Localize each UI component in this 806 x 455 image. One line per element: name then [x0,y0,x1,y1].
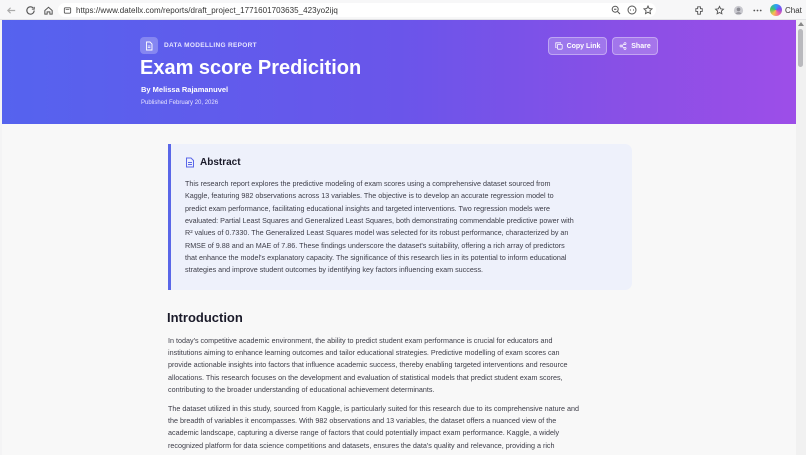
paragraph-line: the breadth of variables it encompasses.… [168,416,557,426]
page-scrollbar[interactable] [796,20,806,455]
favorites-icon[interactable] [710,1,728,19]
site-info-icon[interactable] [63,6,72,15]
abstract-text: This research report explores the predic… [185,178,625,277]
url-text[interactable]: https://www.datellx.com/reports/draft_pr… [76,6,338,15]
share-icon [619,42,627,50]
introduction-paragraph: The dataset utilized in this study, sour… [168,403,638,452]
paragraph-line: contributing to the broader understandin… [168,384,435,394]
copilot-chat-button[interactable]: Chat [770,2,802,18]
paragraph-line: allocations. This research focuses on th… [168,372,563,382]
back-arrow-icon[interactable] [2,1,20,19]
paragraph-line: provide actionable insights into factors… [168,360,568,370]
report-author: By Melissa Rajamanuvel [141,85,229,94]
paragraph-line: academic landscape, capturing a diverse … [168,428,560,438]
report-tag-label: DATA MODELLING REPORT [164,42,257,49]
share-label: Share [631,42,651,50]
abstract-line: Kaggle, featuring 982 observations acros… [185,191,554,201]
report-tag: DATA MODELLING REPORT [140,37,257,54]
chat-label: Chat [785,5,802,15]
paragraph-line: In today's competitive academic environm… [168,336,553,345]
publish-date: Published February 20, 2026 [141,100,219,106]
extensions-icon[interactable] [690,1,708,19]
reading-mode-icon[interactable] [624,3,640,17]
paragraph-line: recognized platform for data science com… [168,440,555,450]
introduction-paragraph: In today's competitive academic environm… [168,335,638,396]
abstract-line: predict exam performance, facilitating e… [185,203,551,213]
paragraph-line: institutions aiming to enhance learning … [168,348,560,358]
scroll-up-arrow-icon[interactable] [798,22,804,26]
address-bar[interactable]: https://www.datellx.com/reports/draft_pr… [58,3,656,17]
report-title: Exam score Predicition [140,57,362,79]
abstract-header: Abstract [185,157,241,168]
abstract-line: R² values of 0.7330. The Generalized Lea… [185,228,569,238]
zoom-icon[interactable] [608,3,624,17]
favorite-star-icon[interactable] [640,3,656,17]
more-options-icon[interactable] [748,1,766,19]
share-button[interactable]: Share [612,37,658,55]
document-icon [140,37,158,54]
copy-icon [554,42,563,50]
copy-link-button[interactable]: Copy Link [548,37,607,55]
introduction-heading: Introduction [167,310,243,325]
report-header: DATA MODELLING REPORT Exam score Predici… [2,20,796,124]
copilot-icon [770,4,782,16]
paragraph-line: The dataset utilized in this study, sour… [168,404,579,413]
abstract-line: strategies and improve student outcomes … [185,265,484,275]
abstract-line: that enhance the model's explanatory cap… [185,253,567,263]
abstract-line: This research report explores the predic… [185,179,551,188]
refresh-icon[interactable] [21,1,39,19]
page-viewport: DATA MODELLING REPORT Exam score Predici… [2,20,796,455]
home-icon[interactable] [39,1,57,19]
copy-link-label: Copy Link [566,42,601,50]
abstract-section: Abstract This research report explores t… [168,144,632,290]
abstract-title: Abstract [200,157,241,168]
document-icon [186,157,194,168]
profile-avatar-icon[interactable] [729,1,747,19]
scrollbar-thumb[interactable] [798,29,803,67]
abstract-line: evaluated: Partial Least Squares and Gen… [185,216,574,226]
abstract-line: RMSE of 9.88 and an MAE of 7.86. These f… [185,240,565,250]
browser-toolbar: https://www.datellx.com/reports/draft_pr… [0,0,806,20]
